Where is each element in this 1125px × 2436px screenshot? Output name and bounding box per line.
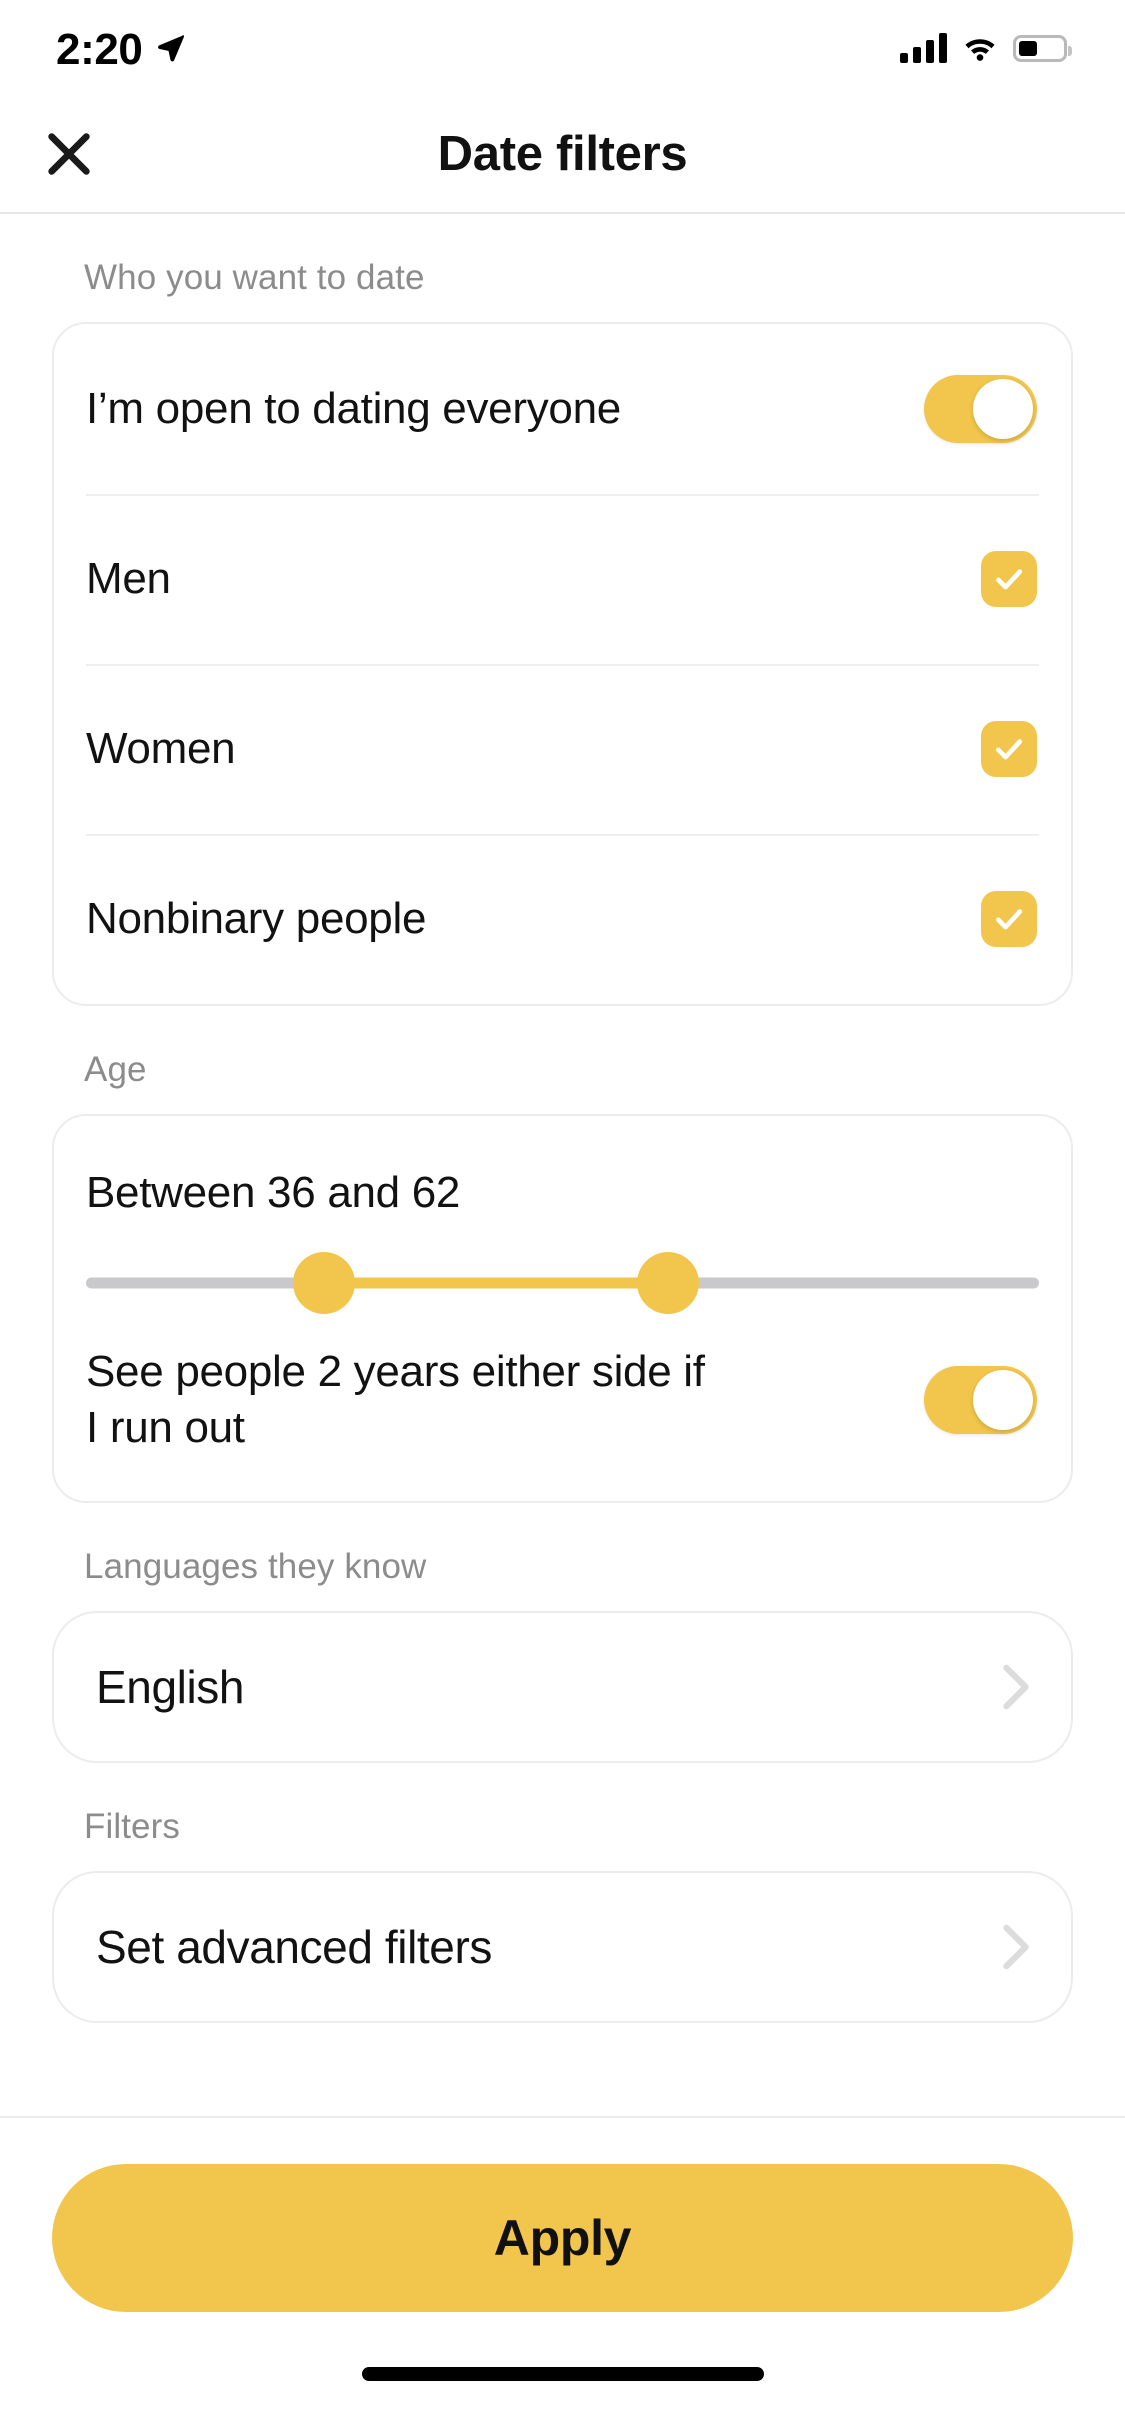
wifi-icon	[965, 39, 995, 61]
home-indicator	[361, 2367, 764, 2381]
check-icon	[996, 739, 1023, 760]
advanced-filters-value: Set advanced filters	[96, 1920, 493, 1973]
close-button[interactable]	[22, 107, 116, 201]
location-arrow-icon	[158, 35, 185, 62]
row-label: See people 2 years either side if I run …	[86, 1347, 705, 1453]
section-label-filters: Filters	[84, 1806, 180, 1846]
status-bar-right	[900, 33, 1072, 63]
section-label-who: Who you want to date	[84, 258, 425, 297]
age-range-value: Between 36 and 62	[86, 1168, 461, 1217]
nav-header: Date filters	[0, 96, 1125, 214]
row-see-people-either-side[interactable]: See people 2 years either side if I run …	[54, 1338, 1071, 1501]
status-bar-left: 2:20	[56, 24, 186, 72]
toggle-knob	[973, 379, 1033, 439]
apply-button[interactable]: Apply	[52, 2164, 1073, 2312]
who-you-want-to-date-card: I’m open to dating everyone Men Women No…	[52, 322, 1073, 1006]
age-range-slider[interactable]	[86, 1228, 1039, 1338]
chevron-right-icon	[1003, 1664, 1029, 1709]
footer-bar: Apply	[0, 2116, 1125, 2436]
page-title: Date filters	[437, 127, 688, 181]
row-label: Men	[86, 553, 171, 603]
home-indicator-area	[52, 2312, 1073, 2436]
check-icon	[996, 909, 1023, 930]
chevron-right-icon	[1003, 1924, 1029, 1969]
row-open-to-everyone[interactable]: I’m open to dating everyone	[54, 324, 1071, 494]
checkbox-women[interactable]	[981, 721, 1037, 777]
status-time: 2:20	[56, 25, 143, 74]
slider-thumb-max-age[interactable]	[637, 1252, 700, 1314]
battery-icon	[1013, 34, 1072, 62]
status-bar: 2:20	[0, 0, 1125, 96]
check-icon	[996, 569, 1023, 590]
slider-thumb-min-age[interactable]	[293, 1252, 356, 1314]
slider-selected-range	[324, 1277, 669, 1289]
languages-row[interactable]: English	[52, 1610, 1073, 1763]
row-label: Women	[86, 723, 236, 773]
toggle-open-to-everyone[interactable]	[924, 375, 1037, 443]
row-label: Nonbinary people	[86, 893, 427, 943]
row-men[interactable]: Men	[54, 494, 1071, 664]
row-women[interactable]: Women	[54, 664, 1071, 834]
section-label-age: Age	[84, 1050, 147, 1089]
row-nonbinary-people[interactable]: Nonbinary people	[54, 834, 1071, 1004]
section-label-languages: Languages they know	[84, 1546, 427, 1586]
advanced-filters-row[interactable]: Set advanced filters	[52, 1870, 1073, 2023]
date-filters-screen: 2:20 Date filters Who you want to date I…	[0, 0, 1125, 2436]
checkbox-men[interactable]	[981, 551, 1037, 607]
checkbox-nonbinary-people[interactable]	[981, 891, 1037, 947]
toggle-knob	[973, 1370, 1033, 1431]
filters-content: Who you want to date I’m open to dating …	[0, 214, 1125, 2116]
toggle-see-people-either-side[interactable]	[924, 1366, 1037, 1435]
languages-value: English	[96, 1660, 245, 1713]
row-label: I’m open to dating everyone	[86, 383, 621, 433]
age-card: Between 36 and 62 See people 2 years eit…	[52, 1114, 1073, 1503]
close-x-icon	[48, 133, 90, 175]
cellular-signal-icon	[900, 33, 947, 63]
